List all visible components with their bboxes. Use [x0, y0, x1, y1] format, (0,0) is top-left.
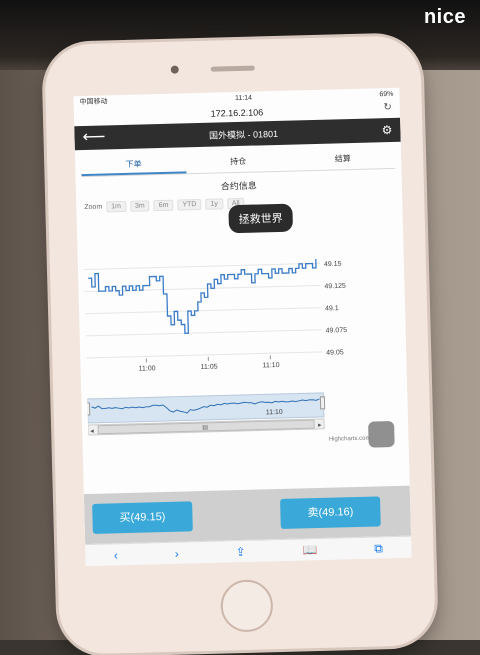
back-icon[interactable]: ‹ — [114, 548, 118, 562]
time-label: 11:14 — [235, 94, 252, 101]
forward-icon[interactable]: › — [175, 547, 179, 561]
scrollbar-grip: III — [202, 425, 208, 432]
overlay-nice-label: nice — [424, 6, 466, 29]
zoom-6m-button[interactable]: 6m — [154, 200, 174, 212]
x-tick-label: 11:10 — [262, 362, 279, 369]
y-tick-label: 49.125 — [324, 283, 346, 291]
y-gridline — [84, 263, 320, 269]
home-button[interactable] — [220, 579, 273, 632]
back-arrow-icon[interactable]: ⟵ — [82, 129, 105, 146]
assistive-touch-button[interactable] — [368, 421, 395, 448]
navigator-left-handle — [85, 403, 89, 415]
scroll-right-arrow-icon: ▸ — [318, 422, 322, 429]
zoom-3m-button[interactable]: 3m — [130, 200, 150, 212]
overlay-tooltip: 拯救世界 — [228, 204, 293, 234]
scroll-left-arrow-icon: ◂ — [90, 428, 94, 435]
y-tick-label: 49.15 — [324, 261, 342, 268]
y-tick-label: 49.05 — [326, 349, 344, 356]
front-camera — [171, 66, 179, 74]
phone: 中国移动 11:14 69% 172.16.2.106 ↻ ⟵ 国外模拟 - 0… — [44, 35, 436, 655]
reload-icon[interactable]: ↻ — [383, 102, 392, 113]
chart-area: 合约信息 Zoom 1m 3m 6m YTD 1y All 拯救世界 49.15… — [82, 175, 403, 465]
trade-actions: 买(49.15) 卖(49.16) — [84, 486, 411, 545]
sell-button[interactable]: 卖(49.16) — [280, 496, 381, 529]
tooltip-text: 拯救世界 — [239, 213, 283, 226]
y-gridline — [86, 330, 322, 336]
carrier-label: 中国移动 — [79, 96, 107, 107]
tabs-icon[interactable]: ⧉ — [374, 541, 383, 556]
bookmarks-icon[interactable]: 📖 — [302, 543, 317, 557]
y-tick-label: 49.1 — [325, 305, 339, 312]
gear-icon[interactable]: ⚙ — [381, 123, 392, 137]
navigator-label: 11:10 — [266, 409, 283, 416]
zoom-1y-button[interactable]: 1y — [205, 198, 223, 209]
y-tick-label: 49.075 — [326, 327, 348, 335]
phone-screen: 中国移动 11:14 69% 172.16.2.106 ↻ ⟵ 国外模拟 - 0… — [73, 88, 411, 566]
y-gridline — [85, 308, 321, 314]
chart-title: 合约信息 — [82, 175, 396, 196]
highcharts-credits[interactable]: Highcharts.com — [329, 436, 371, 443]
tab-positions[interactable]: 持仓 — [186, 151, 291, 174]
earpiece-speaker — [211, 66, 255, 72]
app-title: 国外模拟 - 01801 — [209, 126, 278, 141]
zoom-1m-button[interactable]: 1m — [106, 201, 126, 213]
share-icon[interactable]: ⇪ — [235, 545, 245, 559]
zoom-ytd-button[interactable]: YTD — [177, 199, 201, 211]
y-gridline — [86, 352, 322, 358]
tab-bar: 下单 持仓 结算 — [81, 148, 395, 177]
price-chart[interactable]: 49.15 49.125 49.1 49.075 49.05 11:00 11:05 11:1… — [82, 205, 402, 459]
tab-settlement[interactable]: 结算 — [290, 148, 395, 171]
navigator-area — [87, 393, 324, 423]
url-text[interactable]: 172.16.2.106 — [211, 107, 264, 118]
zoom-label: Zoom — [84, 204, 102, 211]
y-gridline — [85, 285, 321, 291]
x-tick-label: 11:05 — [200, 364, 217, 371]
navigator-right-handle — [320, 397, 324, 409]
price-series-line — [88, 259, 318, 336]
battery-label: 69% — [379, 90, 393, 97]
x-tick-label: 11:00 — [139, 365, 156, 372]
buy-button[interactable]: 买(49.15) — [92, 501, 193, 534]
tab-order[interactable]: 下单 — [81, 153, 186, 176]
